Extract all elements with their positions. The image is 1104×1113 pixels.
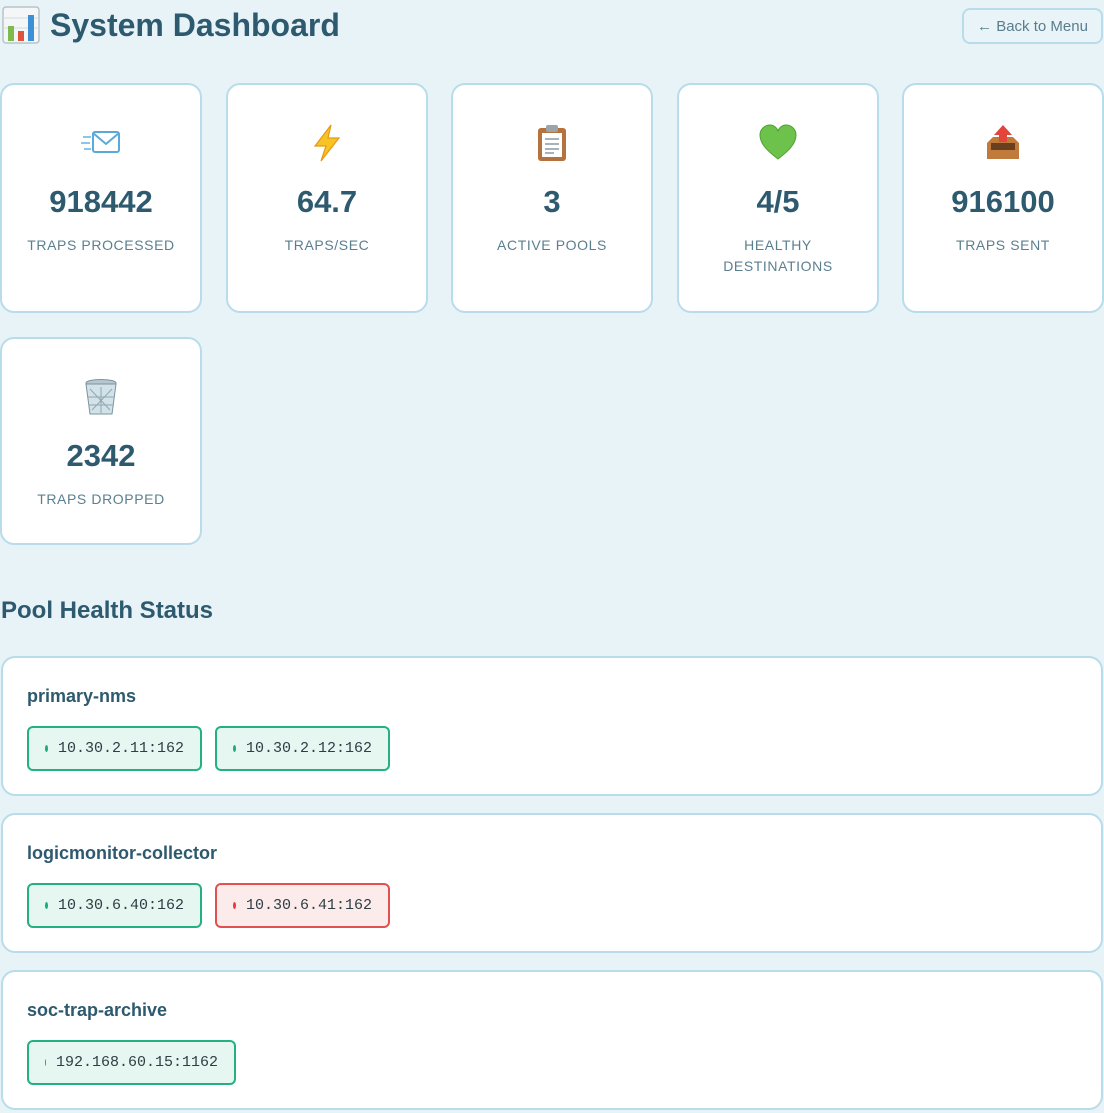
envelope-icon bbox=[81, 123, 121, 163]
green-heart-icon bbox=[758, 123, 798, 163]
stat-card-traps-processed: 918442 Traps Processed bbox=[0, 83, 202, 313]
section-title: Pool Health Status bbox=[1, 597, 214, 624]
stat-value: 4/5 bbox=[756, 184, 800, 219]
stat-label: Traps Sent bbox=[956, 237, 1050, 253]
status-dot bbox=[233, 745, 236, 752]
pool-card-soc-trap-archive: soc-trap-archive 192.168.60.15:1162 bbox=[1, 970, 1103, 1110]
pool-name: primary-nms bbox=[27, 686, 137, 706]
stat-card-traps-sent: 916100 Traps Sent bbox=[902, 83, 1104, 313]
status-dot bbox=[45, 1059, 46, 1066]
wastebasket-icon bbox=[81, 377, 121, 417]
destination-badge[interactable]: 10.30.2.11:162 bbox=[27, 726, 202, 771]
title-area: System Dashboard bbox=[2, 6, 340, 44]
stat-label: Traps/sec bbox=[284, 237, 370, 253]
status-dot bbox=[233, 902, 236, 909]
destination-list: 192.168.60.15:1162 bbox=[27, 1040, 236, 1085]
stat-label: Traps Dropped bbox=[37, 491, 165, 507]
lightning-icon bbox=[307, 123, 347, 163]
destination-badge[interactable]: 10.30.6.40:162 bbox=[27, 883, 202, 928]
destination-address: 10.30.6.41:162 bbox=[245, 897, 372, 914]
destination-address: 10.30.6.40:162 bbox=[57, 897, 184, 914]
destination-address: 10.30.2.11:162 bbox=[57, 740, 184, 757]
destination-badge[interactable]: 192.168.60.15:1162 bbox=[27, 1040, 236, 1085]
stat-card-traps-dropped: 2342 Traps Dropped bbox=[0, 337, 202, 545]
pool-card-logicmonitor-collector: logicmonitor-collector 10.30.6.40:162 10… bbox=[1, 813, 1103, 953]
bar-chart-icon bbox=[2, 6, 40, 44]
page-title: System Dashboard bbox=[50, 7, 340, 43]
stat-value: 3 bbox=[543, 184, 561, 219]
stat-card-healthy-destinations: 4/5 Healthy Destinations bbox=[677, 83, 879, 313]
header: System Dashboard ← Back to Menu bbox=[0, 0, 1104, 50]
stat-value: 2342 bbox=[66, 438, 136, 473]
destination-badge[interactable]: 10.30.2.12:162 bbox=[215, 726, 390, 771]
back-to-menu-button[interactable]: ← Back to Menu bbox=[962, 8, 1103, 44]
pool-name: soc-trap-archive bbox=[27, 1000, 168, 1020]
destination-address: 10.30.2.12:162 bbox=[245, 740, 372, 757]
destination-address: 192.168.60.15:1162 bbox=[55, 1054, 218, 1071]
pool-name: logicmonitor-collector bbox=[27, 843, 218, 863]
dashboard-page: System Dashboard ← Back to Menu 918442 T… bbox=[0, 0, 1104, 1113]
status-dot bbox=[45, 902, 48, 909]
stat-label: Healthy Destinations bbox=[723, 237, 833, 274]
destination-list: 10.30.2.11:162 10.30.2.12:162 bbox=[27, 726, 390, 771]
outbox-tray-icon bbox=[983, 123, 1023, 163]
clipboard-icon bbox=[532, 123, 572, 163]
stat-value: 916100 bbox=[951, 184, 1055, 219]
stat-card-traps-per-sec: 64.7 Traps/sec bbox=[226, 83, 428, 313]
pool-card-primary-nms: primary-nms 10.30.2.11:162 10.30.2.12:16… bbox=[1, 656, 1103, 796]
stat-label: Traps Processed bbox=[27, 237, 175, 253]
destination-list: 10.30.6.40:162 10.30.6.41:162 bbox=[27, 883, 390, 928]
stat-card-active-pools: 3 Active Pools bbox=[451, 83, 653, 313]
status-dot bbox=[45, 745, 48, 752]
destination-badge[interactable]: 10.30.6.41:162 bbox=[215, 883, 390, 928]
stat-value: 918442 bbox=[49, 184, 153, 219]
stat-label: Active Pools bbox=[497, 237, 607, 253]
stat-value: 64.7 bbox=[296, 184, 358, 219]
